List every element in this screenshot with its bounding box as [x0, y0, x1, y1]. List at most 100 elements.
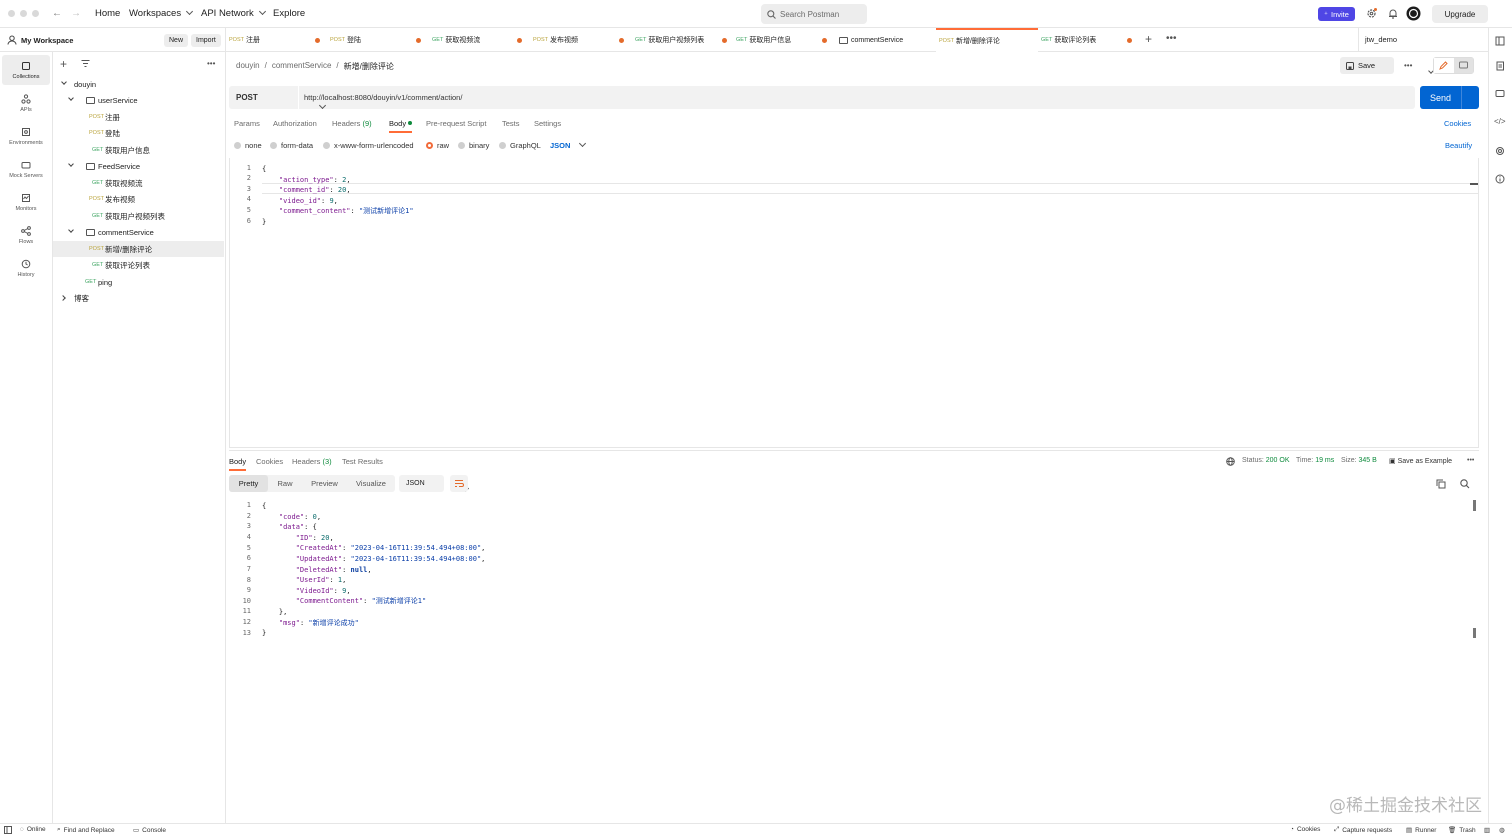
- request-body-editor[interactable]: [229, 158, 1479, 448]
- nav-api-network[interactable]: API Network: [201, 7, 266, 19]
- response-tab-cookies[interactable]: Cookies: [256, 457, 283, 466]
- info-icon[interactable]: [1495, 174, 1505, 184]
- tab-comment-list[interactable]: GET 获取评论列表: [1038, 28, 1140, 52]
- search-response-icon[interactable]: [1460, 479, 1470, 489]
- find-and-replace[interactable]: ⌕ Find and Replace: [57, 826, 115, 834]
- view-pretty[interactable]: Pretty: [229, 475, 268, 492]
- settings-gear-icon[interactable]: [1366, 8, 1377, 19]
- response-tab-test-results[interactable]: Test Results: [342, 457, 383, 466]
- two-pane-view-icon[interactable]: ▥: [1484, 826, 1490, 834]
- response-time[interactable]: Time: 19 ms: [1296, 457, 1334, 464]
- tree-request-publish-video[interactable]: POST 发布视频: [53, 191, 224, 207]
- request-body-code[interactable]: { "action_type": 2, "comment_id": 20, "v…: [262, 164, 414, 228]
- rail-mock-servers[interactable]: Mock Servers: [2, 154, 50, 184]
- tab-pre-request-script[interactable]: Pre-request Script: [426, 119, 486, 128]
- rail-collections[interactable]: Collections: [2, 55, 50, 85]
- tab-authorization[interactable]: Authorization: [273, 119, 317, 128]
- tree-request-login[interactable]: POST 登陆: [53, 125, 224, 141]
- body-format-select[interactable]: JSON: [550, 139, 587, 150]
- response-divider[interactable]: [229, 450, 1479, 451]
- tab-login[interactable]: POST 登陆: [327, 28, 429, 52]
- rail-environments[interactable]: Environments: [2, 121, 50, 151]
- comment-mode-button[interactable]: [1454, 58, 1473, 73]
- response-body-code[interactable]: { "code": 0, "data": { "ID": 20, "Create…: [262, 501, 485, 639]
- new-button[interactable]: New: [164, 34, 189, 47]
- tab-tests[interactable]: Tests: [502, 119, 520, 128]
- breadcrumb-folder[interactable]: commentService: [272, 61, 332, 72]
- documentation-icon[interactable]: [1495, 61, 1505, 71]
- search-input[interactable]: Search Postman: [761, 4, 867, 24]
- body-type-raw[interactable]: raw: [426, 141, 449, 150]
- tab-user-info[interactable]: GET 获取用户信息: [733, 28, 835, 52]
- beautify-link[interactable]: Beautify: [1445, 141, 1472, 150]
- nav-explore[interactable]: Explore: [273, 8, 305, 19]
- more-options-icon[interactable]: •••: [207, 59, 215, 68]
- runner-button[interactable]: ▤ Runner: [1406, 826, 1436, 835]
- copy-icon[interactable]: [1436, 479, 1446, 489]
- tab-user-video-list[interactable]: GET 获取用户视频列表: [632, 28, 733, 52]
- tree-request-user-info[interactable]: GET 获取用户信息: [53, 142, 224, 158]
- tab-body[interactable]: Body: [389, 119, 413, 128]
- tab-add-delete-comment[interactable]: POST 新增/删除评论: [936, 28, 1038, 52]
- tab-params[interactable]: Params: [234, 119, 260, 128]
- body-type-binary[interactable]: binary: [458, 141, 489, 150]
- toggle-sidebar-icon[interactable]: [4, 826, 12, 834]
- window-minimize-button[interactable]: [20, 10, 27, 17]
- wrap-lines-button[interactable]: [450, 475, 468, 492]
- related-collections-icon[interactable]: [1495, 146, 1505, 156]
- rail-apis[interactable]: APIs: [2, 88, 50, 118]
- console-button[interactable]: ▭ Console: [133, 826, 166, 835]
- view-visualize[interactable]: Visualize: [347, 475, 395, 492]
- window-maximize-button[interactable]: [32, 10, 39, 17]
- tab-comment-service[interactable]: commentService: [835, 28, 936, 52]
- breadcrumb-request[interactable]: 新增/删除评论: [344, 61, 394, 72]
- notifications-bell-icon[interactable]: [1388, 8, 1398, 19]
- new-tab-plus-icon[interactable]: +: [1145, 32, 1152, 46]
- comments-icon[interactable]: [1495, 89, 1505, 99]
- import-button[interactable]: Import: [191, 34, 221, 47]
- send-button[interactable]: Send: [1420, 86, 1511, 110]
- tree-request-user-video-list[interactable]: GET 获取用户视频列表: [53, 208, 224, 224]
- tab-headers[interactable]: Headers (9): [332, 119, 372, 128]
- body-type-form-data[interactable]: form-data: [270, 141, 313, 150]
- window-close-button[interactable]: [8, 10, 15, 17]
- response-tab-body[interactable]: Body: [229, 457, 246, 466]
- body-type-none[interactable]: none: [234, 141, 262, 150]
- tab-get-feed[interactable]: GET 获取视频流: [429, 28, 530, 52]
- request-more-icon[interactable]: •••: [1404, 61, 1412, 70]
- rail-history[interactable]: History: [2, 253, 50, 283]
- more-tabs-icon[interactable]: •••: [1166, 33, 1177, 44]
- view-raw[interactable]: Raw: [268, 475, 302, 492]
- avatar[interactable]: [1406, 6, 1421, 21]
- workspace-name[interactable]: My Workspace: [21, 36, 73, 45]
- tree-request-get-feed[interactable]: GET 获取视频流: [53, 175, 224, 191]
- tree-folder-commentservice[interactable]: commentService: [53, 224, 224, 240]
- rail-monitors[interactable]: Monitors: [2, 187, 50, 217]
- tab-register[interactable]: POST 注册: [226, 28, 327, 52]
- environment-selector[interactable]: jtw_demo: [1358, 28, 1488, 52]
- tree-folder-feedservice[interactable]: FeedService: [53, 158, 224, 174]
- tree-collection-douyin[interactable]: douyin: [53, 76, 224, 92]
- tab-settings[interactable]: Settings: [534, 119, 561, 128]
- view-preview[interactable]: Preview: [302, 475, 347, 492]
- tree-request-ping[interactable]: GET ping: [53, 274, 224, 290]
- response-more-icon[interactable]: •••: [1467, 457, 1474, 464]
- save-as-example-button[interactable]: ▣ Save as Example: [1389, 457, 1452, 465]
- edit-mode-button[interactable]: [1434, 58, 1454, 73]
- tree-folder-userservice[interactable]: userService: [53, 92, 224, 108]
- help-icon[interactable]: ◍: [1499, 826, 1505, 834]
- tree-request-comment-list[interactable]: GET 获取评论列表: [53, 257, 224, 273]
- online-status[interactable]: ◌ Online: [20, 826, 46, 833]
- body-type-urlencoded[interactable]: x-www-form-urlencoded: [323, 141, 414, 150]
- nav-workspaces[interactable]: Workspaces: [129, 7, 194, 19]
- code-icon[interactable]: </>: [1494, 117, 1506, 126]
- response-format-select[interactable]: JSON: [399, 475, 469, 493]
- capture-requests-button[interactable]: ⤢ Capture requests: [1334, 826, 1392, 834]
- upgrade-button[interactable]: Upgrade: [1432, 5, 1488, 23]
- response-size[interactable]: Size: 345 B: [1341, 457, 1377, 464]
- tree-collection-blog[interactable]: 博客: [53, 290, 224, 306]
- cookies-link[interactable]: Cookies: [1444, 119, 1471, 128]
- globe-icon[interactable]: [1226, 457, 1235, 466]
- trash-button[interactable]: 🗑︎ Trash: [1448, 826, 1476, 835]
- cookies-footer-button[interactable]: ◔ Cookies: [1290, 826, 1320, 833]
